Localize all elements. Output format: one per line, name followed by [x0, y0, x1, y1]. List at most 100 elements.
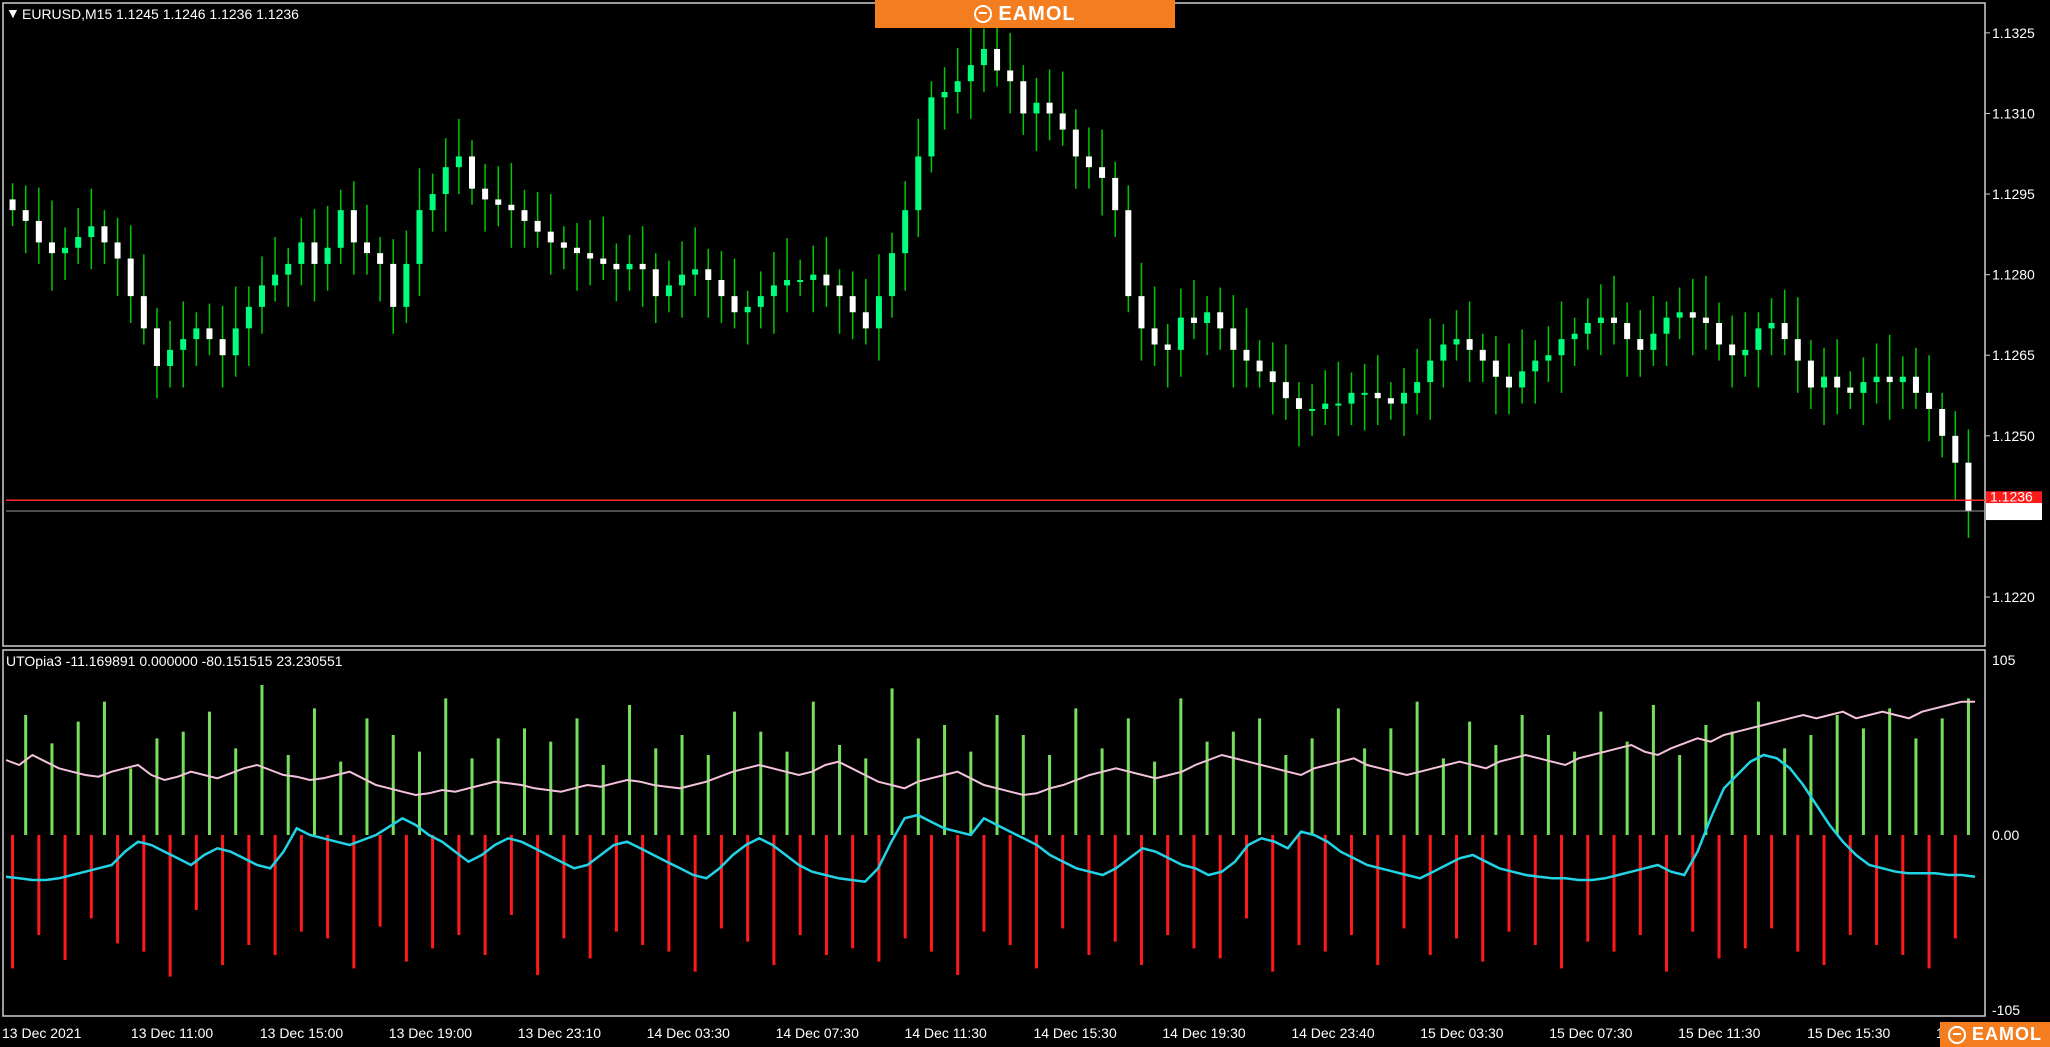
- time-tick-label: 13 Dec 19:00: [389, 1025, 472, 1041]
- candle-body: [1545, 355, 1552, 361]
- candle-body: [1886, 376, 1893, 383]
- time-tick-label: 13 Dec 23:10: [518, 1025, 601, 1041]
- candle-body: [1663, 317, 1670, 334]
- candle-body: [167, 349, 174, 366]
- candle-body: [784, 280, 791, 286]
- candle-body: [1177, 317, 1184, 350]
- candle-body: [1414, 382, 1421, 393]
- candle-body: [9, 199, 16, 211]
- candle-body: [1926, 392, 1933, 409]
- candle-body: [324, 247, 331, 264]
- candle-body: [272, 274, 279, 286]
- price-tick-label: 1.1250: [1992, 428, 2035, 444]
- candle-body: [1611, 317, 1618, 323]
- candle-body: [1125, 210, 1132, 297]
- candle-body: [48, 242, 55, 254]
- time-tick-label: 15 Dec 03:30: [1420, 1025, 1503, 1041]
- candle-body: [928, 97, 935, 157]
- candle-body: [1506, 376, 1513, 388]
- candle-body: [1190, 317, 1197, 323]
- candle-body: [744, 306, 751, 313]
- candle-body: [468, 156, 475, 189]
- brand-banner-top[interactable]: EAMOL: [875, 0, 1175, 28]
- candle-body: [1860, 382, 1867, 393]
- candle-body: [1046, 102, 1053, 114]
- time-tick-label: 13 Dec 2021: [2, 1025, 82, 1041]
- candle-body: [889, 253, 896, 297]
- brand-logo-icon: [1948, 1025, 1966, 1044]
- candle-body: [980, 48, 987, 66]
- candle-body: [1309, 408, 1316, 411]
- candle-body: [560, 242, 567, 248]
- candle-body: [1939, 408, 1946, 436]
- candle-body: [1374, 392, 1381, 399]
- candle-body: [1637, 339, 1644, 350]
- candle-body: [836, 285, 843, 297]
- candle-body: [416, 210, 423, 264]
- candle-body: [1085, 156, 1092, 168]
- candle-body: [455, 156, 462, 168]
- candle-body: [1322, 403, 1329, 409]
- candle-body: [390, 263, 397, 307]
- price-tick-label: 1.1220: [1992, 589, 2035, 605]
- candle-body: [1755, 328, 1762, 350]
- candle-body: [665, 285, 672, 297]
- candle-body: [1558, 339, 1565, 356]
- candle-body: [1204, 312, 1211, 323]
- candle-body: [495, 199, 502, 205]
- current-price-marker-label: 1.1236: [1990, 488, 2033, 504]
- indicator-tick-label: 0.00: [1992, 827, 2019, 843]
- candle-body: [1492, 360, 1499, 377]
- candle-body: [1742, 349, 1749, 356]
- candle-body: [140, 296, 147, 329]
- candle-body: [1059, 113, 1066, 130]
- candle-body: [1400, 392, 1407, 404]
- candle-body: [521, 210, 528, 221]
- candle-body: [1230, 328, 1237, 350]
- candle-body: [35, 220, 42, 243]
- candle-body: [652, 269, 659, 297]
- indicator-tick-label: -105: [1992, 1002, 2020, 1018]
- candle-body: [508, 204, 515, 211]
- chart-menu-arrow-icon[interactable]: ▼: [6, 5, 20, 21]
- candle-body: [1676, 312, 1683, 318]
- indicator-histogram: [11, 685, 1970, 977]
- candle-body: [1072, 129, 1079, 157]
- candlestick-series: [9, 19, 1972, 538]
- candle-body: [1912, 376, 1919, 393]
- candle-body: [823, 274, 830, 286]
- candle-body: [219, 339, 226, 356]
- candle-body: [705, 269, 712, 281]
- candle-body: [1768, 323, 1775, 329]
- time-x-axis: 13 Dec 2021 13 Dec 11:00 13 Dec 15:00 13 De…: [2, 1025, 1952, 1041]
- candle-body: [941, 91, 948, 98]
- candle-body: [692, 269, 699, 275]
- candle-body: [849, 296, 856, 313]
- candle-body: [1007, 70, 1014, 82]
- candle-body: [862, 312, 869, 329]
- candle-body: [639, 263, 646, 270]
- candle-body: [1269, 371, 1276, 383]
- price-tick-label: 1.1310: [1992, 105, 2035, 121]
- candle-body: [1361, 392, 1368, 395]
- price-panel-frame: [2, 2, 1986, 647]
- candle-body: [337, 210, 344, 248]
- candle-body: [88, 226, 95, 238]
- brand-banner-bottom[interactable]: EAMOL: [1940, 1022, 2050, 1047]
- candle-body: [797, 280, 804, 283]
- candle-body: [1597, 317, 1604, 323]
- candle-body: [22, 210, 29, 221]
- candle-body: [679, 274, 686, 286]
- candle-body: [1217, 312, 1224, 329]
- candle-body: [1427, 360, 1434, 383]
- time-tick-label: 14 Dec 03:30: [647, 1025, 730, 1041]
- candle-body: [1689, 312, 1696, 318]
- candle-body: [810, 274, 817, 281]
- candle-body: [1821, 376, 1828, 388]
- price-tick-label: 1.1265: [1992, 347, 2035, 363]
- candle-body: [954, 81, 961, 92]
- candle-body: [1151, 328, 1158, 345]
- candle-body: [967, 65, 974, 82]
- time-tick-label: 14 Dec 19:30: [1162, 1025, 1245, 1041]
- candle-body: [1440, 344, 1447, 361]
